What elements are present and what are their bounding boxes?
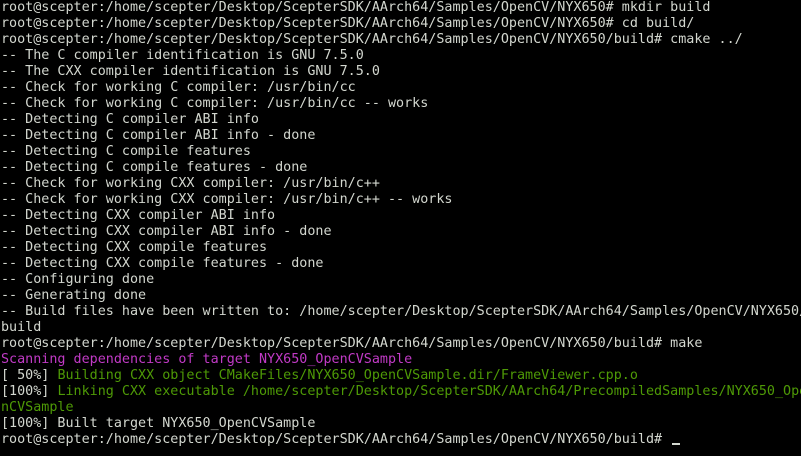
terminal-line: -- Detecting CXX compile features bbox=[1, 240, 268, 255]
terminal-line: -- Configuring done bbox=[1, 272, 155, 287]
terminal-line: -- Build files have been written to: /ho… bbox=[1, 304, 801, 319]
terminal-line: root@scepter:/home/scepter/Desktop/Scept… bbox=[1, 336, 703, 351]
terminal-line: -- The CXX compiler identification is GN… bbox=[1, 64, 380, 79]
terminal-line: root@scepter:/home/scepter/Desktop/Scept… bbox=[1, 16, 695, 31]
terminal-line: -- Detecting C compiler ABI info bbox=[1, 112, 259, 127]
prompt-line[interactable]: root@scepter:/home/scepter/Desktop/Scept… bbox=[1, 432, 801, 448]
terminal-window[interactable]: root@scepter:/home/scepter/Desktop/Scept… bbox=[0, 0, 801, 456]
terminal-line: -- Generating done bbox=[1, 288, 147, 303]
terminal-line: root@scepter:/home/scepter/Desktop/Scept… bbox=[1, 32, 743, 47]
terminal-line: -- Detecting C compile features - done bbox=[1, 160, 308, 175]
terminal-line: -- Detecting CXX compiler ABI info bbox=[1, 208, 276, 223]
terminal-line: -- Check for working CXX compiler: /usr/… bbox=[1, 176, 380, 191]
text-cursor bbox=[672, 443, 681, 445]
link-progress-line: [100%] Linking CXX executable /home/scep… bbox=[1, 384, 801, 400]
terminal-line: root@scepter:/home/scepter/Desktop/Scept… bbox=[1, 0, 711, 15]
progress-indicator: [ 50%] bbox=[1, 368, 58, 383]
terminal-line: -- Check for working C compiler: /usr/bi… bbox=[1, 96, 429, 111]
terminal-line: [100%] Built target NYX650_OpenCVSample bbox=[1, 416, 316, 431]
build-progress-line: [ 50%] Building CXX object CMakeFiles/NY… bbox=[1, 368, 801, 384]
linking-executable-text: Linking CXX executable /home/scepter/Des… bbox=[57, 384, 801, 399]
link-wrap-line: nCVSample bbox=[1, 400, 74, 415]
terminal-line: -- Detecting CXX compiler ABI info - don… bbox=[1, 224, 332, 239]
terminal-line: -- The C compiler identification is GNU … bbox=[1, 48, 364, 63]
scan-dependencies-line: Scanning dependencies of target NYX650_O… bbox=[1, 352, 413, 367]
progress-indicator: [100%] bbox=[1, 384, 58, 399]
terminal-line: -- Check for working CXX compiler: /usr/… bbox=[1, 192, 453, 207]
terminal-line: build bbox=[1, 320, 42, 335]
terminal-line: -- Check for working C compiler: /usr/bi… bbox=[1, 80, 356, 95]
building-object-text: Building CXX object CMakeFiles/NYX650_Op… bbox=[57, 368, 638, 383]
terminal-line: -- Detecting C compiler ABI info - done bbox=[1, 128, 316, 143]
terminal-line: -- Detecting C compile features bbox=[1, 144, 251, 159]
terminal-line: -- Detecting CXX compile features - done bbox=[1, 256, 324, 271]
shell-prompt: root@scepter:/home/scepter/Desktop/Scept… bbox=[1, 432, 671, 447]
